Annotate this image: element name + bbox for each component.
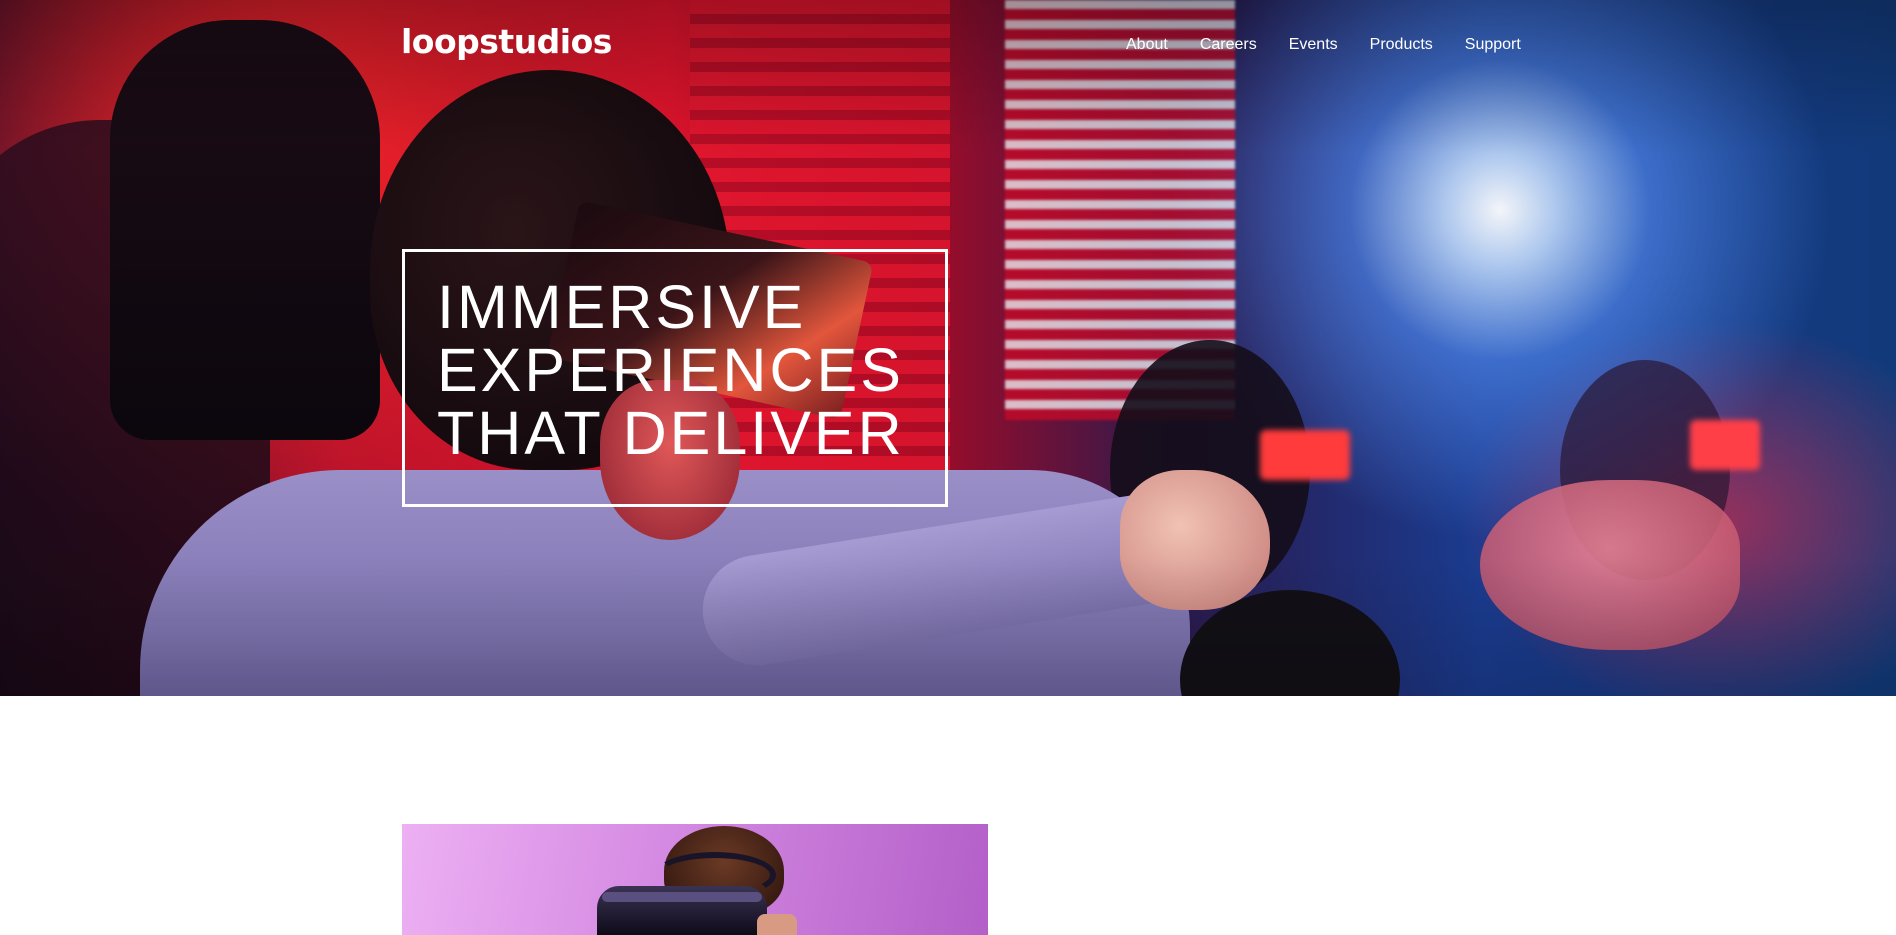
hero-overlay <box>0 0 1896 696</box>
logo[interactable]: loopstudios <box>401 20 612 64</box>
image-vr-headset-band <box>602 892 762 902</box>
hero-headline-line-3: THAT DELIVER <box>437 399 905 467</box>
hero-headline-box: IMMERSIVE EXPERIENCES THAT DELIVER <box>402 249 948 507</box>
nav-link-support[interactable]: Support <box>1465 33 1521 57</box>
main-nav: About Careers Events Products Support <box>1126 33 1553 57</box>
nav-link-about[interactable]: About <box>1126 33 1168 57</box>
hero-headline-line-1: IMMERSIVE <box>437 273 807 341</box>
image-person-neck <box>757 914 797 935</box>
nav-link-events[interactable]: Events <box>1289 33 1338 57</box>
nav-link-products[interactable]: Products <box>1370 33 1433 57</box>
vr-person-image <box>402 824 988 935</box>
hero-section: loopstudios About Careers Events Product… <box>0 0 1896 696</box>
nav-link-careers[interactable]: Careers <box>1200 33 1257 57</box>
hero-headline-line-2: EXPERIENCES <box>437 336 904 404</box>
